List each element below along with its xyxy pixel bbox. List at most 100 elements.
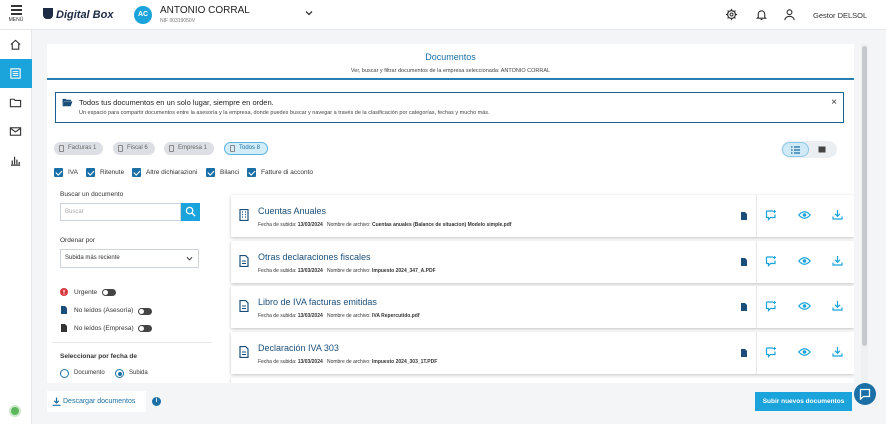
chat-button[interactable] bbox=[854, 383, 876, 405]
file-type-icon bbox=[741, 303, 747, 311]
documents-panel: Documentos Ver, buscar y filtrar documen… bbox=[47, 44, 854, 383]
date-filter-label: Seleccionar por fecha de bbox=[60, 353, 137, 360]
file-type-icon bbox=[741, 258, 747, 266]
search-icon bbox=[185, 206, 196, 217]
gear-icon[interactable] bbox=[725, 8, 738, 21]
scrollbar-thumb[interactable] bbox=[862, 46, 867, 346]
file-name: Cuentas anuales (Balance de situacion) M… bbox=[371, 222, 512, 228]
unread-advisory-toggle[interactable] bbox=[138, 308, 152, 315]
download-icon[interactable] bbox=[832, 300, 843, 311]
search-button[interactable] bbox=[181, 203, 200, 221]
eye-icon[interactable] bbox=[798, 301, 811, 311]
checkbox-fatture-acconto[interactable] bbox=[247, 168, 256, 177]
document-title[interactable]: Cuentas Anuales bbox=[258, 206, 326, 216]
document-card[interactable]: Declaración IVA 303 Fecha de subida: 13/… bbox=[231, 332, 854, 374]
list-view-button[interactable] bbox=[782, 142, 809, 157]
document-card[interactable]: Otras declaraciones fiscales Fecha de su… bbox=[231, 241, 854, 283]
radio-upload-label: Subida bbox=[129, 370, 148, 376]
menu-label: MENÚ bbox=[8, 17, 24, 23]
download-documents-button[interactable]: Descargar documentos bbox=[47, 391, 146, 412]
comment-icon[interactable] bbox=[765, 346, 777, 358]
unread-advisory-label: No leídos (Asesoría) bbox=[74, 307, 134, 314]
chevron-down-icon[interactable] bbox=[304, 8, 314, 18]
user-name[interactable]: Gestor DELSOL bbox=[813, 11, 867, 20]
sidebar bbox=[0, 30, 32, 424]
checkbox-ritenute[interactable] bbox=[86, 168, 95, 177]
download-icon[interactable] bbox=[832, 255, 843, 266]
checkbox-label: Altre dichiarazioni bbox=[146, 169, 198, 176]
document-card[interactable]: Libro de IVA facturas emitidas Fecha de … bbox=[231, 286, 854, 328]
info-icon[interactable]: i bbox=[152, 397, 161, 406]
urgent-icon bbox=[60, 288, 68, 296]
documents-icon bbox=[10, 68, 21, 79]
unread-company-toggle[interactable] bbox=[138, 325, 152, 332]
chip-facturas[interactable]: Facturas 1 bbox=[54, 142, 104, 155]
eye-icon[interactable] bbox=[798, 347, 811, 357]
urgent-toggle[interactable] bbox=[102, 289, 116, 296]
chip-todos[interactable]: Todos 8 bbox=[224, 142, 269, 155]
document-icon bbox=[59, 145, 64, 152]
document-icon bbox=[239, 346, 249, 358]
checkbox-bilanci[interactable] bbox=[206, 168, 215, 177]
user-icon[interactable] bbox=[783, 8, 796, 21]
sidebar-item-documents[interactable] bbox=[0, 59, 32, 88]
view-toggle bbox=[781, 141, 837, 158]
chip-fiscal[interactable]: Fiscal 6 bbox=[113, 142, 155, 155]
upload-documents-button[interactable]: Subir nuevos documentos bbox=[755, 392, 852, 411]
comment-icon[interactable] bbox=[765, 255, 777, 267]
comment-icon[interactable] bbox=[765, 209, 777, 221]
date-label: Fecha de subida: bbox=[258, 268, 297, 274]
divider bbox=[52, 342, 212, 343]
order-select[interactable]: Subida más reciente bbox=[60, 249, 199, 268]
document-icon bbox=[239, 300, 249, 312]
comment-icon[interactable] bbox=[765, 300, 777, 312]
menu-button[interactable]: MENÚ bbox=[0, 0, 32, 30]
eye-icon[interactable] bbox=[798, 210, 811, 220]
info-banner: Todos tus documentos en un solo lugar, s… bbox=[55, 92, 844, 123]
divider bbox=[756, 241, 757, 283]
client-name[interactable]: ANTONIO CORRAL bbox=[160, 5, 250, 16]
document-title[interactable]: Otras declaraciones fiscales bbox=[258, 252, 371, 262]
sidebar-item-folders[interactable] bbox=[0, 88, 32, 117]
sidebar-item-stats[interactable] bbox=[0, 146, 32, 175]
chip-label: Facturas 1 bbox=[68, 145, 97, 151]
sidebar-item-home[interactable] bbox=[0, 30, 32, 59]
file-label: Nombre de archivo: bbox=[326, 222, 371, 228]
search-input[interactable]: Buscar bbox=[60, 203, 181, 221]
search-label: Buscar un documento bbox=[60, 191, 124, 198]
close-icon[interactable]: × bbox=[831, 98, 837, 108]
radio-upload[interactable] bbox=[115, 369, 124, 378]
radio-document[interactable] bbox=[60, 369, 69, 378]
info-title: Todos tus documentos en un solo lugar, s… bbox=[79, 98, 274, 107]
status-indicator-icon[interactable] bbox=[9, 405, 21, 417]
brand-name: Digital Box bbox=[56, 9, 114, 21]
grid-view-button[interactable] bbox=[809, 142, 836, 157]
divider bbox=[756, 286, 757, 328]
checkbox-iva[interactable] bbox=[54, 168, 63, 177]
file-name: Impuesto 2024_303_1T.PDF bbox=[371, 359, 438, 365]
bell-icon[interactable] bbox=[755, 8, 768, 21]
file-name: IVA Repercutido.pdf bbox=[371, 313, 420, 319]
download-icon[interactable] bbox=[832, 209, 843, 220]
urgent-label: Urgente bbox=[74, 289, 98, 296]
chip-label: Empresa 1 bbox=[178, 145, 208, 151]
file-label: Nombre de archivo: bbox=[326, 359, 371, 365]
document-card[interactable] bbox=[231, 378, 854, 383]
eye-icon[interactable] bbox=[798, 256, 811, 266]
bar-chart-icon bbox=[10, 156, 21, 166]
document-title[interactable]: Libro de IVA facturas emitidas bbox=[258, 297, 377, 307]
client-avatar[interactable]: AC bbox=[134, 6, 152, 24]
download-icon[interactable] bbox=[832, 346, 843, 357]
sidebar-item-messages[interactable] bbox=[0, 117, 32, 146]
document-icon bbox=[239, 255, 249, 267]
brand-logo[interactable]: Digital Box bbox=[43, 8, 113, 21]
top-bar: MENÚ Digital Box AC ANTONIO CORRAL NIF 0… bbox=[0, 0, 886, 30]
document-meta: Fecha de subida: 13/03/2024 Nombre de ar… bbox=[258, 359, 437, 365]
document-title[interactable]: Declaración IVA 303 bbox=[258, 343, 339, 353]
date-label: Fecha de subida: bbox=[258, 359, 297, 365]
checkbox-altre-dichiarazioni[interactable] bbox=[132, 168, 141, 177]
file-label: Nombre de archivo: bbox=[326, 268, 371, 274]
document-card[interactable]: Cuentas Anuales Fecha de subida: 13/03/2… bbox=[231, 195, 854, 237]
chip-empresa[interactable]: Empresa 1 bbox=[164, 142, 215, 155]
chat-icon bbox=[859, 388, 871, 400]
